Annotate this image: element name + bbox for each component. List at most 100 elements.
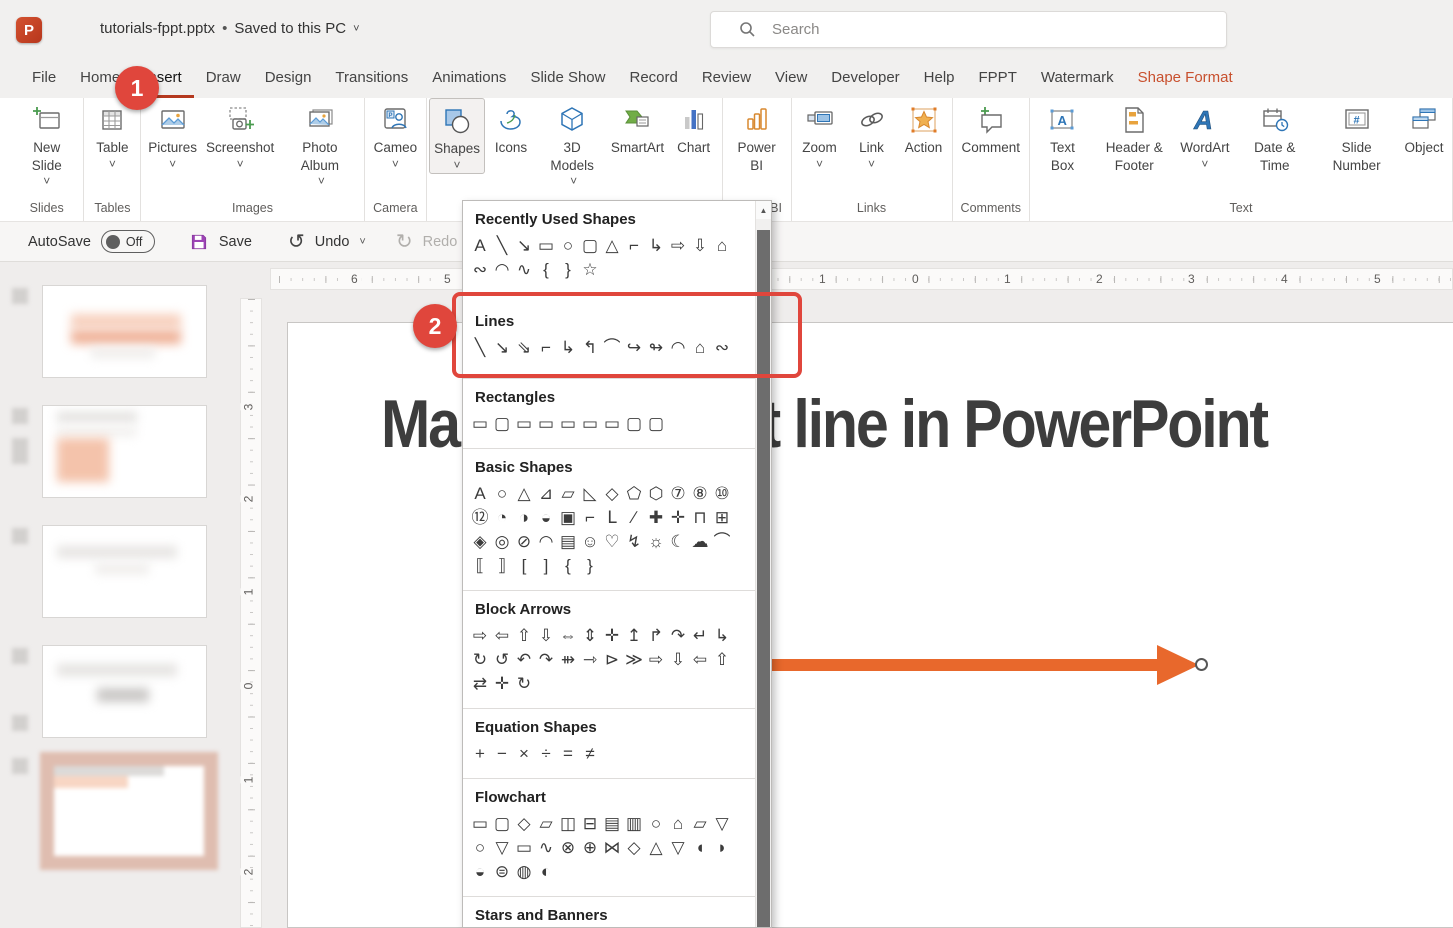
link-button[interactable]: Link ˅ [846,98,898,172]
new-slide-button[interactable]: New Slide ˅ [12,98,81,189]
shape-item[interactable]: ▣ [557,506,579,530]
screenshot-button[interactable]: Screenshot ˅ [202,98,278,172]
shape-item[interactable]: ⑦ [667,482,689,506]
shape-item[interactable]: ▤ [557,530,579,554]
shape-item[interactable]: ↪ [623,336,645,360]
shape-item[interactable]: ⇻ [557,648,579,672]
menu-tab[interactable]: Developer [819,60,911,98]
shape-item[interactable]: ⊞ [711,506,733,530]
shape-item[interactable]: ◠ [535,530,557,554]
shape-item[interactable]: ◒ [535,506,557,530]
powerpoint-logo-icon[interactable]: P [16,17,42,43]
shape-item[interactable]: ↳ [557,336,579,360]
shape-item[interactable]: ↳ [711,624,733,648]
chart-button[interactable]: Chart [668,98,720,159]
shape-item[interactable]: ⬡ [645,482,667,506]
shape-item[interactable]: ▭ [513,412,535,436]
shape-item[interactable]: ▱ [689,812,711,836]
shape-item[interactable]: ◎ [491,530,513,554]
menu-tab[interactable]: FPPT [967,60,1029,98]
shape-item[interactable]: ▭ [601,412,623,436]
shape-item[interactable]: ⊳ [601,648,623,672]
shape-item[interactable]: ⇦ [491,624,513,648]
save-icon[interactable] [189,232,209,252]
shape-item[interactable]: ] [535,554,557,578]
menu-tab[interactable]: Animations [420,60,518,98]
shape-item[interactable]: ⇨ [469,624,491,648]
shape-item[interactable]: ⌂ [689,336,711,360]
shape-item[interactable]: ⌐ [579,506,601,530]
shape-item[interactable]: ↰ [579,336,601,360]
shape-item[interactable]: ⑩ [711,482,733,506]
shape-item[interactable]: ♡ [601,530,623,554]
chevron-down-icon[interactable]: ˅ [353,23,359,35]
shape-item[interactable]: ∾ [711,336,733,360]
shape-item[interactable]: ◠ [667,336,689,360]
shape-item[interactable]: ✚ [645,506,667,530]
shape-item[interactable]: ↺ [491,648,513,672]
shape-item[interactable]: ⇾ [579,648,601,672]
menu-tab[interactable]: View [763,60,819,98]
slide-thumbnail[interactable] [42,285,207,378]
shape-item[interactable]: ▤ [601,812,623,836]
shape-item[interactable]: ▭ [469,812,491,836]
shape-item[interactable]: △ [513,482,535,506]
shape-item[interactable]: ⇄ [469,672,491,696]
shape-item[interactable]: ▭ [535,412,557,436]
shape-item[interactable]: ╲ [491,234,513,258]
3d-models-button[interactable]: 3D Models ˅ [537,98,607,189]
shape-item[interactable]: ▭ [579,412,601,436]
shape-item[interactable]: ○ [469,836,491,860]
shape-item[interactable]: ↬ [645,336,667,360]
horizontal-ruler[interactable]: 6 5 1 0 1 2 3 4 5 [270,268,1453,290]
shape-item[interactable]: ▢ [623,412,645,436]
text-box-button[interactable]: A Text Box [1032,98,1093,176]
shape-item[interactable]: ⌐ [623,234,645,258]
shape-item[interactable]: ▱ [535,812,557,836]
date-time-button[interactable]: Date & Time [1234,98,1315,176]
shape-item[interactable]: ▭ [535,234,557,258]
shape-item[interactable]: ⇦ [689,648,711,672]
shape-item[interactable]: ⇧ [513,624,535,648]
shape-item[interactable]: ↷ [535,648,557,672]
shape-item[interactable]: ⊕ [579,836,601,860]
wordart-button[interactable]: A WordArt ˅ [1176,98,1235,172]
shape-item[interactable]: [ [513,554,535,578]
zoom-button[interactable]: Zoom ˅ [794,98,846,172]
menu-tab[interactable]: Record [617,60,689,98]
save-button[interactable]: Save [219,234,252,250]
shape-item[interactable]: ✛ [601,624,623,648]
search-box[interactable] [710,11,1227,48]
shape-item[interactable]: ↻ [513,672,535,696]
shape-item[interactable]: ∿ [535,836,557,860]
shape-item[interactable]: ⟦ [469,554,491,578]
undo-button[interactable]: Undo [315,234,350,250]
icons-button[interactable]: Icons [485,98,537,159]
shape-item[interactable]: ∿ [513,258,535,282]
shape-item[interactable]: ≫ [623,648,645,672]
shape-item[interactable]: ⌐ [535,336,557,360]
shape-item[interactable]: ↻ [469,648,491,672]
scrollbar-thumb[interactable] [757,230,770,927]
shape-item[interactable]: ☁ [689,530,711,554]
shape-item[interactable]: ◠ [491,258,513,282]
shape-item[interactable]: } [579,554,601,578]
shape-item[interactable]: × [513,742,535,766]
shape-item[interactable]: ▭ [557,412,579,436]
arrow-endpoint-handle[interactable] [1195,658,1208,671]
shape-item[interactable]: { [557,554,579,578]
shape-item[interactable]: ◒ [469,860,491,884]
shape-item[interactable]: } [557,258,579,282]
shape-item[interactable]: ◇ [601,482,623,506]
shape-item[interactable]: ✛ [491,672,513,696]
shape-item[interactable]: ◫ [557,812,579,836]
shape-item[interactable]: ⌂ [667,812,689,836]
shape-item[interactable]: ⊗ [557,836,579,860]
shape-item[interactable]: ○ [491,482,513,506]
shape-item[interactable]: ▽ [711,812,733,836]
shape-item[interactable]: ▽ [491,836,513,860]
object-button[interactable]: Object [1398,98,1450,159]
menu-tab[interactable]: Help [912,60,967,98]
shapes-button[interactable]: Shapes ˅ [429,98,486,174]
shape-item[interactable]: ↥ [623,624,645,648]
